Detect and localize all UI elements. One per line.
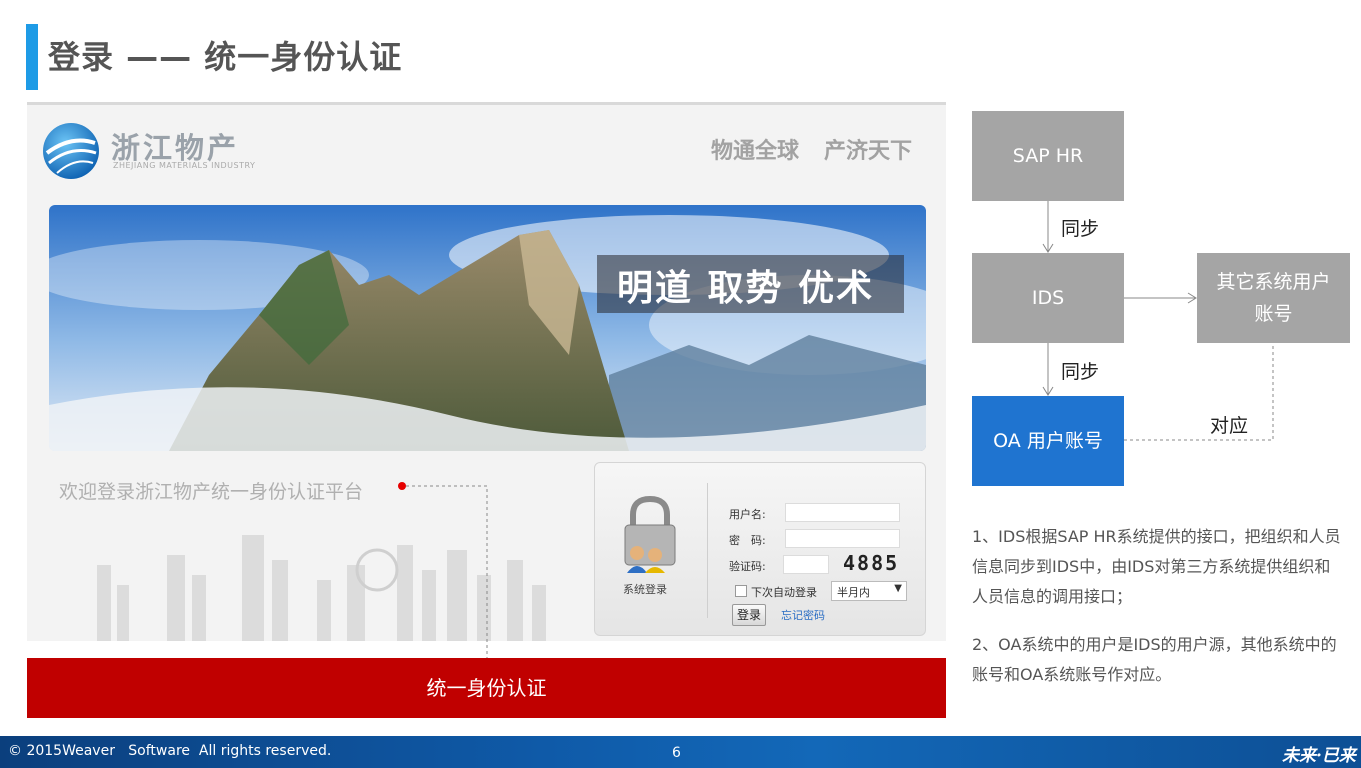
padlock-users-icon (624, 495, 676, 573)
login-divider (707, 483, 708, 618)
title-accent-bar (26, 24, 38, 90)
slogan-right: 产济天下 (824, 139, 913, 164)
oa-accounts-box: OA 用户账号 (972, 396, 1124, 486)
callout-dot (398, 482, 406, 490)
copyright-text: © 2015Weaver Software All rights reserve… (8, 743, 332, 759)
login-button[interactable]: 登录 (732, 604, 766, 626)
login-duration-value: 半月内 (837, 586, 870, 599)
slide-title: 登录 —— 统一身份认证 (48, 38, 403, 76)
captcha-input[interactable] (783, 555, 829, 574)
ids-banner-label: 统一身份认证 (426, 676, 547, 700)
remember-me-checkbox[interactable] (735, 585, 747, 597)
page-number: 6 (672, 745, 681, 761)
username-label: 用户名: (729, 508, 766, 521)
captcha-image[interactable]: 4885 (843, 551, 899, 575)
sync-label-2: 同步 (1061, 361, 1100, 383)
city-skyline-image (97, 535, 546, 641)
sync-label-1: 同步 (1061, 218, 1100, 240)
remember-me-label: 下次自动登录 (751, 586, 817, 599)
system-login-label: 系统登录 (623, 583, 667, 596)
password-input[interactable] (785, 529, 900, 548)
ids-box: IDS (972, 253, 1124, 343)
note-1: 1、IDS根据SAP HR系统提供的接口，把组织和人员信息同步到IDS中，由ID… (972, 527, 1341, 606)
company-logo-icon (43, 123, 99, 179)
username-input[interactable] (785, 503, 900, 522)
note-2: 2、OA系统中的用户是IDS的用户源，其他系统中的账号和OA系统账号作对应。 (972, 635, 1337, 684)
footer-bar: © 2015Weaver Software All rights reserve… (0, 736, 1361, 768)
ids-banner: 统一身份认证 (27, 658, 946, 718)
password-label: 密 码: (729, 534, 766, 547)
welcome-text: 欢迎登录浙江物产统一身份认证平台 (59, 481, 364, 503)
captcha-label: 验证码: (729, 560, 766, 573)
brand-subtitle: ZHEJIANG MATERIALS INDUSTRY (113, 161, 256, 170)
footer-logo: 未来·已来 (1282, 746, 1356, 766)
forgot-password-link[interactable]: 忘记密码 (781, 607, 825, 623)
other-system-accounts-box: 其它系统用户账号 (1197, 253, 1350, 343)
correspond-label: 对应 (1210, 415, 1249, 437)
chevron-down-icon: ▼ (894, 583, 902, 594)
mountain-banner-image (49, 205, 926, 451)
slogan-left: 物通全球 (711, 139, 800, 164)
sap-hr-box: SAP HR (972, 111, 1124, 201)
login-page-screenshot: 浙江物产 ZHEJIANG MATERIALS INDUSTRY 物通全球 产济… (27, 102, 946, 641)
banner-motto: 明道 取势 优术 (617, 268, 875, 309)
other-system-accounts-label: 其它系统用户账号 (1216, 270, 1331, 325)
login-duration-select[interactable]: 半月内 ▼ (831, 581, 907, 601)
login-form: 系统登录 用户名: 密 码: 验证码: 4885 下次自动登录 半月内 ▼ 登录… (594, 462, 926, 636)
